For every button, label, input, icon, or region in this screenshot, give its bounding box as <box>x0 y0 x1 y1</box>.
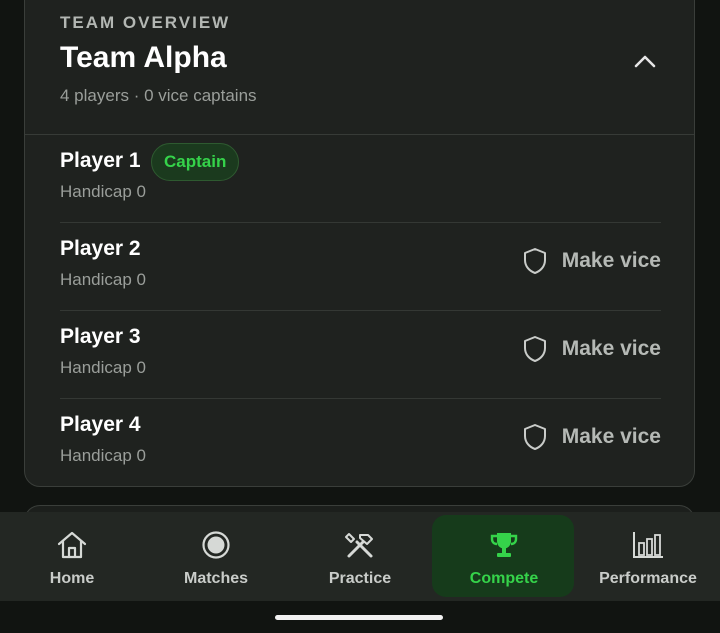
make-vice-button[interactable]: Make vice <box>522 331 661 367</box>
player-handicap: Handicap 0 <box>60 358 147 377</box>
collapse-button[interactable] <box>625 41 665 81</box>
shield-icon <box>523 336 546 362</box>
shield-icon <box>523 424 546 450</box>
player-handicap: Handicap 0 <box>60 270 147 289</box>
system-navigation-bar <box>0 601 720 633</box>
nav-performance[interactable]: Performance <box>576 512 720 601</box>
player-row: Player 3 Handicap 0 Make vice <box>60 311 661 399</box>
team-summary: 4 players · 0 vice captains <box>60 86 257 105</box>
player-name: Player 1 <box>60 149 141 172</box>
team-name: Team Alpha <box>60 41 227 74</box>
player-row: Player 4 Handicap 0 Make vice <box>60 399 661 487</box>
nav-label: Matches <box>183 570 249 587</box>
captain-badge: Captain <box>151 143 240 181</box>
trophy-icon <box>490 533 518 557</box>
team-overview-label: TEAM OVERVIEW <box>60 13 231 32</box>
matches-icon <box>202 531 230 559</box>
nav-label: Performance <box>599 570 697 587</box>
home-icon <box>57 531 87 559</box>
player-name: Player 3 <box>60 325 141 348</box>
bottom-navigation: Home Matches Practice Compete Performanc… <box>0 512 720 601</box>
make-vice-label: Make vice <box>561 249 661 272</box>
player-handicap: Handicap 0 <box>60 446 147 465</box>
make-vice-label: Make vice <box>561 425 661 448</box>
nav-home[interactable]: Home <box>0 512 144 601</box>
nav-label: Practice <box>328 570 392 587</box>
player-name: Player 2 <box>60 237 141 260</box>
make-vice-label: Make vice <box>561 337 661 360</box>
nav-matches[interactable]: Matches <box>144 512 288 601</box>
make-vice-button[interactable]: Make vice <box>522 419 661 455</box>
bar-chart-icon <box>633 532 663 558</box>
make-vice-button[interactable]: Make vice <box>522 243 661 279</box>
shield-icon <box>523 248 546 274</box>
nav-label: Home <box>49 570 95 587</box>
nav-label: Compete <box>469 570 539 587</box>
player-handicap: Handicap 0 <box>60 182 147 201</box>
tools-icon <box>345 533 373 558</box>
home-indicator[interactable] <box>275 615 443 620</box>
nav-practice[interactable]: Practice <box>288 512 432 601</box>
team-overview-card: TEAM OVERVIEW Team Alpha 4 players · 0 v… <box>24 0 695 487</box>
player-name: Player 4 <box>60 413 141 436</box>
player-row: Player 1 Captain Handicap 0 <box>60 135 661 223</box>
nav-compete[interactable]: Compete <box>432 512 576 601</box>
player-row: Player 2 Handicap 0 Make vice <box>60 223 661 311</box>
chevron-up-icon <box>634 55 656 68</box>
